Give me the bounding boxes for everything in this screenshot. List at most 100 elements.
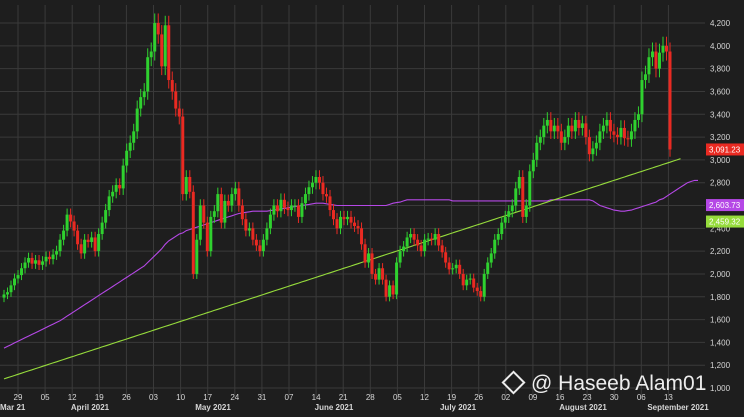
candle-body bbox=[258, 245, 262, 252]
candle-body bbox=[51, 254, 55, 260]
x-tick-label: 14 bbox=[312, 393, 321, 402]
candle-body bbox=[664, 45, 668, 52]
candle-body bbox=[23, 262, 27, 269]
x-tick-label: 07 bbox=[285, 393, 294, 402]
candle-body bbox=[149, 51, 153, 58]
candle-body bbox=[542, 125, 546, 138]
candle-body bbox=[608, 119, 612, 132]
x-tick-label: 21 bbox=[339, 393, 348, 402]
candle-body bbox=[405, 237, 409, 247]
candle-body bbox=[240, 205, 244, 220]
y-tick-label: 3,400 bbox=[710, 110, 731, 119]
candle-body bbox=[451, 268, 455, 270]
candle-body bbox=[556, 125, 560, 132]
x-month-label: June 2021 bbox=[315, 403, 354, 412]
candle-body bbox=[163, 25, 167, 67]
price-tag-label: 2,603.73 bbox=[709, 201, 741, 210]
candle-body bbox=[146, 57, 150, 92]
price-tag-label: 3,091.23 bbox=[709, 145, 741, 154]
candle-body bbox=[20, 268, 24, 276]
candle-body bbox=[643, 74, 647, 81]
candle-body bbox=[324, 194, 328, 197]
candle-body bbox=[121, 165, 125, 189]
x-month-label: August 2021 bbox=[559, 403, 607, 412]
candle-body bbox=[286, 207, 290, 211]
candle-body bbox=[247, 228, 251, 231]
candle-body bbox=[174, 91, 178, 109]
candle-body bbox=[114, 184, 118, 192]
candle-body bbox=[612, 131, 616, 135]
candle-body bbox=[104, 210, 108, 223]
candle-body bbox=[594, 142, 598, 149]
y-tick-label: 1,400 bbox=[710, 338, 731, 347]
candle-body bbox=[282, 199, 286, 208]
candle-body bbox=[254, 239, 258, 246]
candle-body bbox=[507, 211, 511, 217]
candle-body bbox=[591, 148, 595, 155]
candle-body bbox=[615, 134, 619, 138]
candle-body bbox=[2, 294, 6, 298]
candle-body bbox=[261, 239, 265, 252]
price-chart: 1,000 1,200 1,400 1,600 1,800 2,000 2,200 2,400… bbox=[0, 0, 744, 412]
y-tick-label: 1,600 bbox=[710, 316, 731, 325]
candle-body bbox=[307, 187, 311, 195]
candle-body bbox=[363, 244, 367, 263]
x-tick-label: 24 bbox=[230, 393, 239, 402]
candle-body bbox=[489, 253, 493, 263]
candle-body bbox=[30, 257, 34, 264]
candle-body bbox=[468, 278, 472, 280]
x-tick-label: 28 bbox=[366, 393, 375, 402]
candle-body bbox=[289, 205, 293, 211]
candle-body bbox=[153, 23, 157, 52]
candle-body bbox=[461, 273, 465, 286]
x-tick-label: 05 bbox=[393, 393, 402, 402]
candle-body bbox=[640, 80, 644, 115]
candle-body bbox=[97, 234, 101, 252]
candle-body bbox=[191, 191, 195, 274]
candle-body bbox=[367, 253, 371, 263]
x-tick-label: 03 bbox=[149, 393, 158, 402]
candle-body bbox=[184, 176, 188, 195]
candle-body bbox=[514, 188, 518, 206]
candle-body bbox=[346, 216, 350, 220]
candle-body bbox=[657, 52, 661, 69]
x-tick-label: 17 bbox=[203, 393, 212, 402]
candle-body bbox=[577, 119, 581, 128]
candle-body bbox=[356, 226, 360, 229]
candle-body bbox=[93, 237, 97, 252]
candle-body bbox=[156, 23, 160, 35]
candle-body bbox=[244, 219, 248, 231]
candle-body bbox=[598, 131, 602, 143]
candle-body bbox=[587, 137, 591, 155]
candle-body bbox=[142, 91, 146, 98]
candle-body bbox=[223, 200, 227, 223]
candle-body bbox=[16, 275, 20, 279]
candle-body bbox=[41, 261, 45, 265]
y-tick-label: 3,000 bbox=[710, 156, 731, 165]
candle-body bbox=[668, 51, 672, 150]
candle-body bbox=[496, 234, 500, 240]
candle-body bbox=[402, 246, 406, 252]
candle-body bbox=[230, 194, 234, 206]
candle-body bbox=[465, 279, 469, 286]
y-tick-label: 1,000 bbox=[710, 384, 731, 393]
candle-body bbox=[531, 159, 535, 172]
candle-body bbox=[566, 125, 570, 138]
candle-body bbox=[601, 125, 605, 132]
candle-body bbox=[458, 264, 462, 274]
candle-body bbox=[482, 273, 486, 297]
candle-body bbox=[342, 216, 346, 220]
candle-body bbox=[426, 238, 430, 240]
candle-body bbox=[160, 34, 164, 67]
candle-body bbox=[430, 238, 434, 240]
candle-body bbox=[370, 253, 374, 274]
candle-body bbox=[622, 127, 626, 139]
candle-body bbox=[177, 108, 181, 117]
candle-body bbox=[48, 256, 52, 260]
watermark: @ Haseeb Alam01 bbox=[501, 370, 706, 396]
candle-body bbox=[549, 119, 553, 132]
candle-body bbox=[55, 251, 59, 255]
candle-body bbox=[517, 176, 521, 189]
candle-body bbox=[475, 287, 479, 292]
y-tick-label: 1,200 bbox=[710, 361, 731, 370]
